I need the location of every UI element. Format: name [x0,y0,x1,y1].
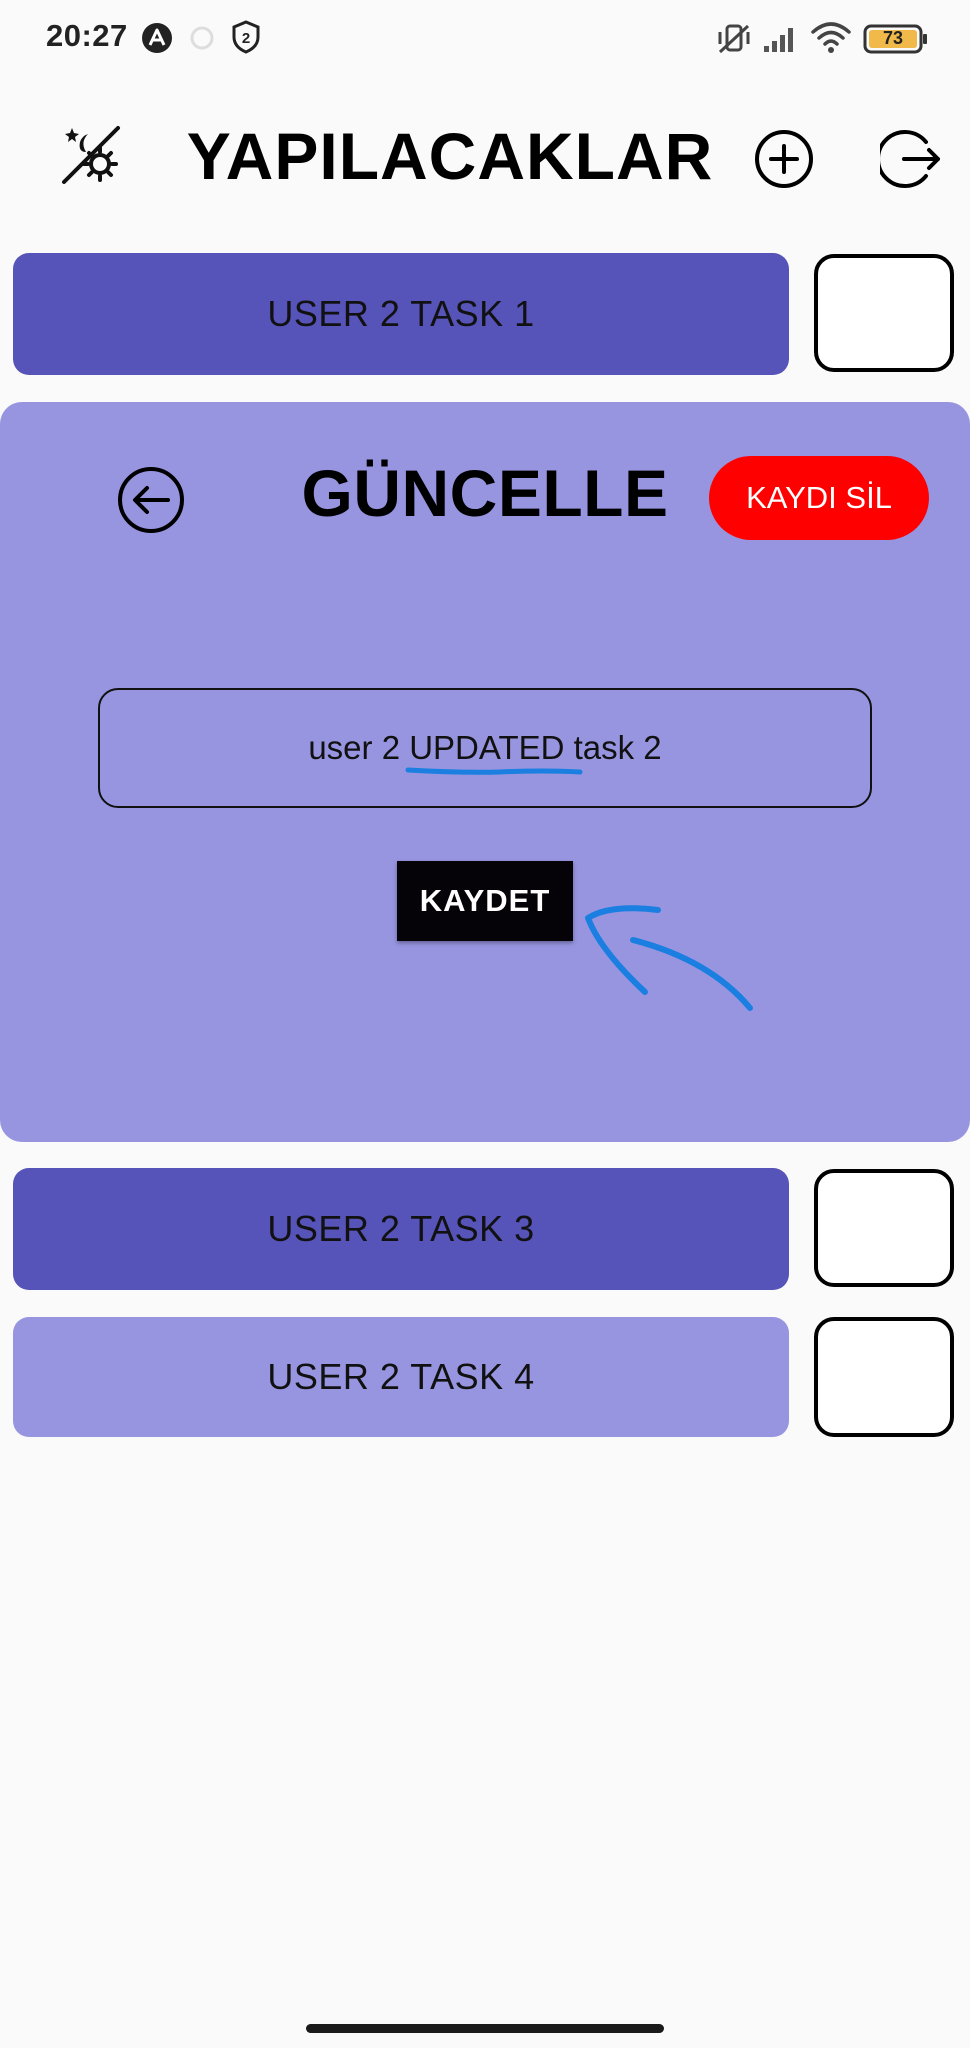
task-checkbox[interactable] [814,1169,954,1287]
arrow-left-circle-icon[interactable] [116,465,186,535]
delete-record-button[interactable]: KAYDI SİL [709,456,929,540]
shield-badge: 2 [242,30,250,47]
status-time: 20:27 [46,18,128,53]
circle-loading-icon [190,26,214,50]
status-bar: 20:27 2 73 [0,0,970,80]
theme-toggle-icon[interactable] [58,122,124,188]
task-text-input[interactable] [98,688,872,808]
delete-record-label: KAYDI SİL [746,480,892,515]
save-label: KAYDET [419,883,551,918]
save-button[interactable]: KAYDET [397,861,573,941]
logout-icon[interactable] [880,128,942,190]
task-card[interactable]: USER 2 TASK 4 [13,1317,789,1437]
panel-title: GÜNCELLE [301,456,669,530]
task-card[interactable]: USER 2 TASK 1 [13,253,789,375]
task-label: USER 2 TASK 4 [267,1356,535,1397]
task-checkbox[interactable] [814,254,954,372]
shield-2-icon: 2 [232,20,260,54]
task-label: USER 2 TASK 1 [267,293,535,334]
wifi-icon [811,22,851,53]
home-indicator[interactable] [306,2024,664,2033]
task-checkbox[interactable] [814,1317,954,1437]
app-title: YAPILACAKLAR [186,119,714,193]
vibrate-off-icon [718,24,750,54]
annotation-arrow [585,905,753,1011]
task-label: USER 2 TASK 3 [267,1208,535,1249]
task-card[interactable]: USER 2 TASK 3 [13,1168,789,1290]
annotation-underline [405,767,583,775]
notification-a-icon [142,23,172,53]
battery-level: 73 [882,28,904,48]
signal-icon [764,28,793,52]
add-circle-icon[interactable] [753,128,815,190]
